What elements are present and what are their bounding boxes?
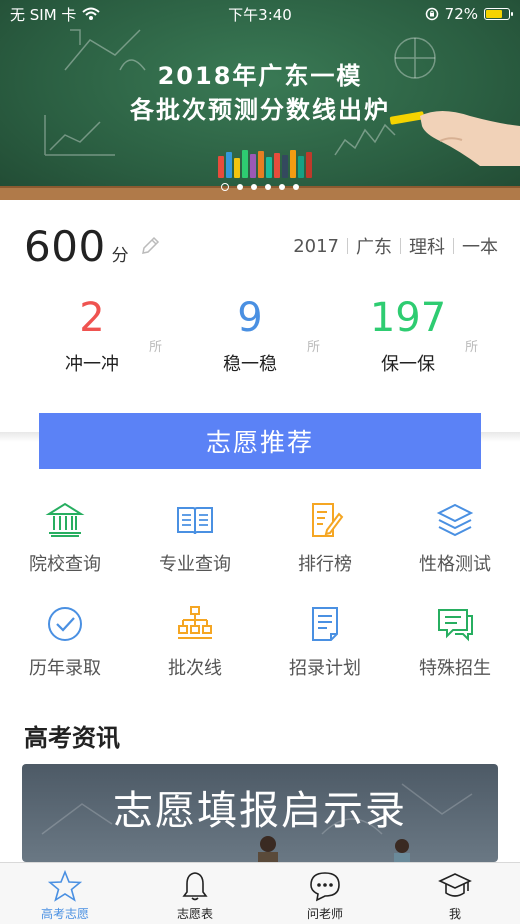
tab-me[interactable]: 我 xyxy=(390,863,520,924)
feature-label: 排行榜 xyxy=(298,554,352,575)
ranking-icon xyxy=(312,503,344,537)
stat-safety[interactable]: 197 所 保一保 xyxy=(338,290,478,376)
subject-label[interactable]: 理科 xyxy=(409,233,445,259)
books-illustration xyxy=(218,150,312,178)
top-banner[interactable]: 2018年广东一模 各批次预测分数线出炉 xyxy=(0,0,520,200)
feature-label: 性格测试 xyxy=(419,554,491,575)
feature-school-search[interactable]: 院校查询 xyxy=(0,500,130,590)
score-summary: 600 分 2017 广东 理科 一本 xyxy=(24,221,498,271)
feature-label: 院校查询 xyxy=(29,554,101,575)
tab-label: 问老师 xyxy=(306,907,343,921)
hierarchy-icon xyxy=(178,606,212,639)
students-illustration xyxy=(258,836,410,862)
clock: 下午3:40 xyxy=(228,5,292,24)
tab-bar: 高考志愿 志愿表 问老师 我 xyxy=(0,862,520,924)
tab-label: 志愿表 xyxy=(176,907,213,921)
news-section-title: 高考资讯 xyxy=(24,724,120,752)
province-label[interactable]: 广东 xyxy=(356,233,392,259)
status-bar: 无 SIM 卡 下午3:40 72% xyxy=(0,0,520,28)
tab-college-choice[interactable]: 高考志愿 xyxy=(0,863,130,924)
battery-level xyxy=(486,10,502,18)
carousel-dot[interactable] xyxy=(279,184,285,190)
tab-application-form[interactable]: 志愿表 xyxy=(130,863,260,924)
message-icon xyxy=(310,872,340,902)
graduation-cap-icon xyxy=(438,873,472,897)
bank-icon xyxy=(45,502,85,537)
feature-ranking[interactable]: 排行榜 xyxy=(260,500,390,590)
stat-unit: 所 xyxy=(306,340,320,355)
feature-label: 特殊招生 xyxy=(419,658,491,679)
stat-reach[interactable]: 2 所 冲一冲 xyxy=(22,290,162,376)
feature-batch-line[interactable]: 批次线 xyxy=(130,604,260,694)
carousel-dot[interactable] xyxy=(265,184,271,190)
stat-unit: 所 xyxy=(148,340,162,355)
tab-ask-teacher[interactable]: 问老师 xyxy=(260,863,390,924)
score-filters[interactable]: 2017 广东 理科 一本 xyxy=(293,233,498,259)
pencil-edit-icon[interactable] xyxy=(139,235,161,257)
battery-icon xyxy=(484,8,513,20)
stat-number: 2 xyxy=(79,295,105,341)
stat-number: 9 xyxy=(237,295,263,341)
feature-enrollment-plan[interactable]: 招录计划 xyxy=(260,604,390,694)
feature-major-search[interactable]: 专业查询 xyxy=(130,500,260,590)
stat-match[interactable]: 9 所 稳一稳 xyxy=(180,290,320,376)
year-label[interactable]: 2017 xyxy=(293,236,339,257)
star-icon xyxy=(48,869,82,902)
feature-special-admission[interactable]: 特殊招生 xyxy=(390,604,520,694)
tab-label: 我 xyxy=(448,907,461,921)
carousel-dot[interactable] xyxy=(237,184,243,190)
divider xyxy=(347,238,348,254)
feature-label: 批次线 xyxy=(168,658,222,679)
stat-number: 197 xyxy=(369,295,447,341)
carousel-dot[interactable] xyxy=(221,183,229,191)
banner-title: 2018年广东一模 xyxy=(157,62,363,90)
stat-unit: 所 xyxy=(464,340,478,355)
carousel-dot[interactable] xyxy=(251,184,257,190)
bell-icon xyxy=(182,872,208,901)
carousel-indicator[interactable] xyxy=(0,183,520,191)
carousel-dot[interactable] xyxy=(293,184,299,190)
score-unit: 分 xyxy=(111,245,129,266)
recommend-button[interactable]: 志愿推荐 xyxy=(39,413,481,469)
feature-past-admissions[interactable]: 历年录取 xyxy=(0,604,130,694)
feature-personality-test[interactable]: 性格测试 xyxy=(390,500,520,590)
news-card[interactable]: 志愿填报启示录 xyxy=(22,764,498,862)
chat-icon xyxy=(438,609,473,642)
score-value: 600 xyxy=(24,221,106,271)
tab-label: 高考志愿 xyxy=(40,907,89,921)
feature-label: 历年录取 xyxy=(29,658,101,679)
layers-icon xyxy=(436,503,474,537)
stat-label: 冲一冲 xyxy=(65,354,119,375)
book-icon xyxy=(177,507,213,535)
feature-label: 专业查询 xyxy=(159,554,231,575)
feature-label: 招录计划 xyxy=(289,658,361,679)
document-icon xyxy=(312,607,338,641)
divider xyxy=(453,238,454,254)
divider xyxy=(400,238,401,254)
check-circle-icon xyxy=(48,607,82,641)
hand-with-chalk-illustration xyxy=(389,111,520,166)
school-stats: 2 所 冲一冲 9 所 稳一稳 197 所 保一保 xyxy=(0,290,520,390)
batch-label[interactable]: 一本 xyxy=(462,233,498,259)
stat-label: 保一保 xyxy=(381,354,435,375)
stat-label: 稳一稳 xyxy=(223,354,277,375)
